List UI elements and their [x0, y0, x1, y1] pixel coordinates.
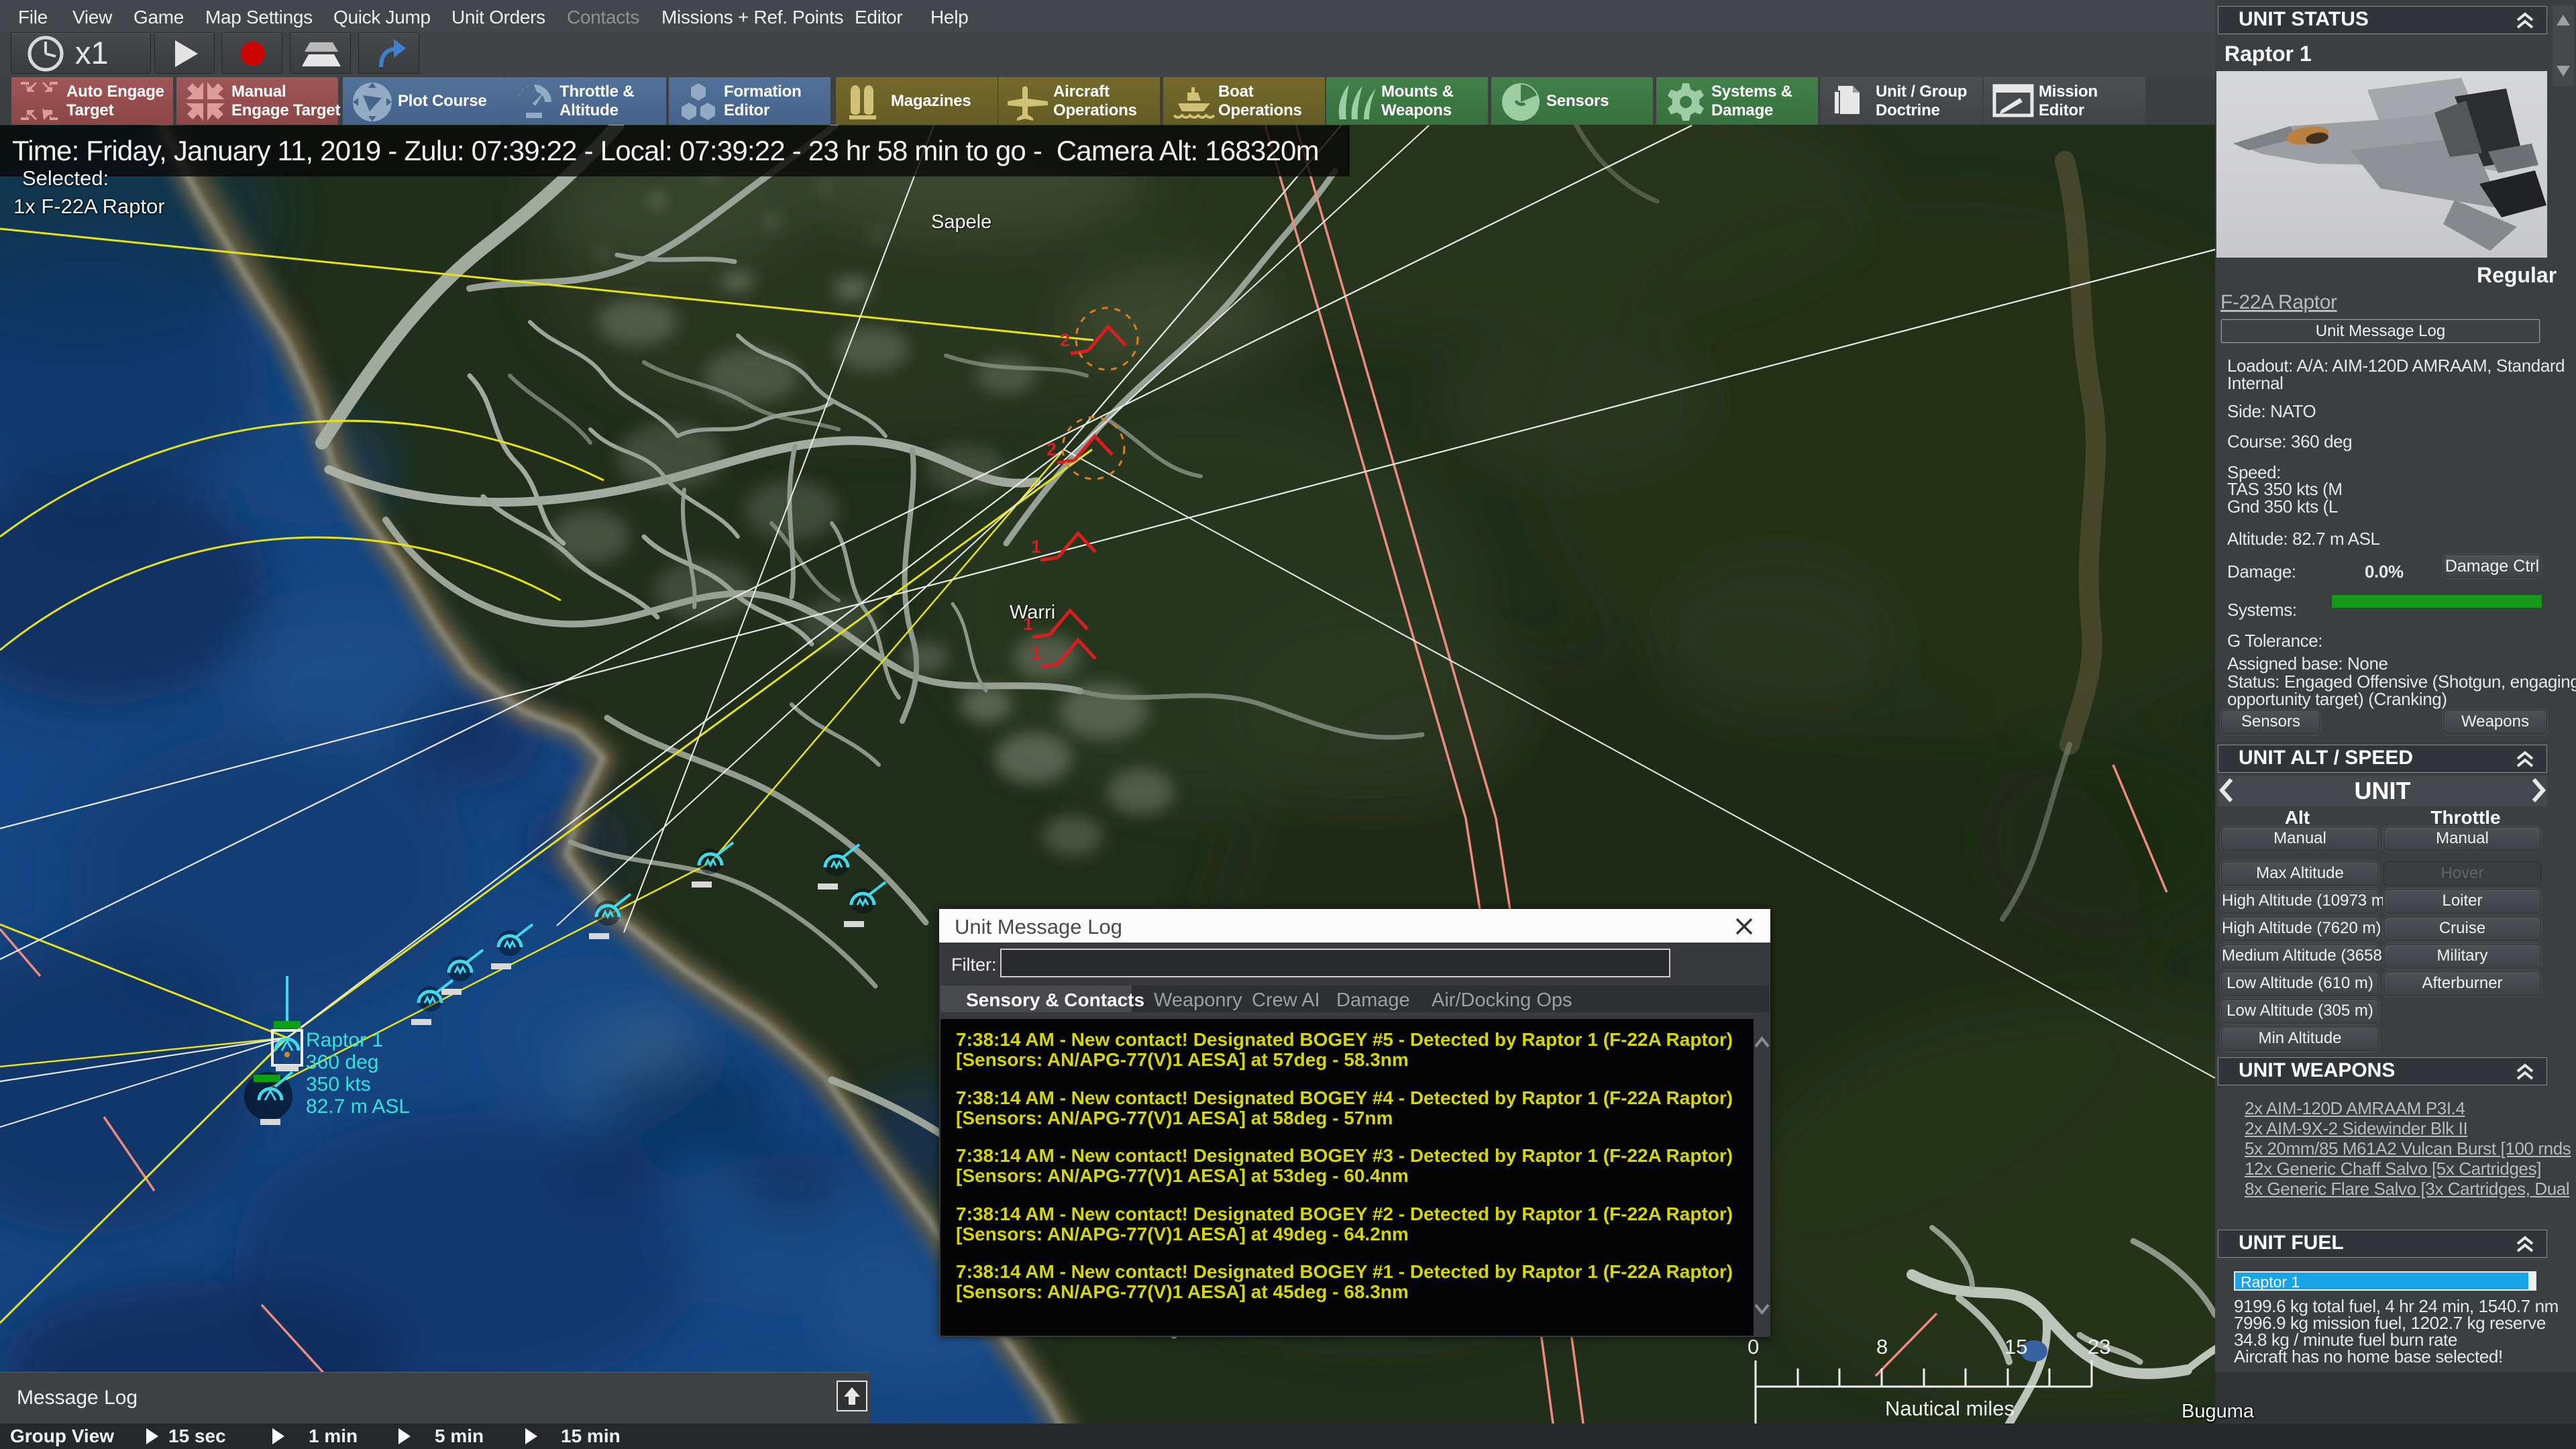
svg-text:8: 8 [1876, 1335, 1888, 1358]
svg-text:Warri: Warri [1010, 602, 1055, 623]
svg-text:15: 15 [2004, 1335, 2027, 1358]
svg-text:350 kts: 350 kts [306, 1073, 371, 1095]
svg-text:82.7 m ASL: 82.7 m ASL [306, 1095, 410, 1118]
svg-text:23: 23 [2088, 1335, 2110, 1358]
svg-text:0: 0 [1748, 1335, 1759, 1358]
svg-text:360 deg: 360 deg [306, 1051, 378, 1073]
svg-text:1: 1 [1031, 537, 1041, 557]
svg-text:Sapele: Sapele [931, 211, 991, 233]
svg-text:2: 2 [1046, 439, 1057, 460]
svg-text:Nautical miles: Nautical miles [1885, 1397, 2015, 1420]
svg-text:Raptor 1: Raptor 1 [306, 1029, 383, 1051]
svg-text:2: 2 [1060, 330, 1070, 350]
svg-text:1: 1 [1031, 643, 1041, 663]
